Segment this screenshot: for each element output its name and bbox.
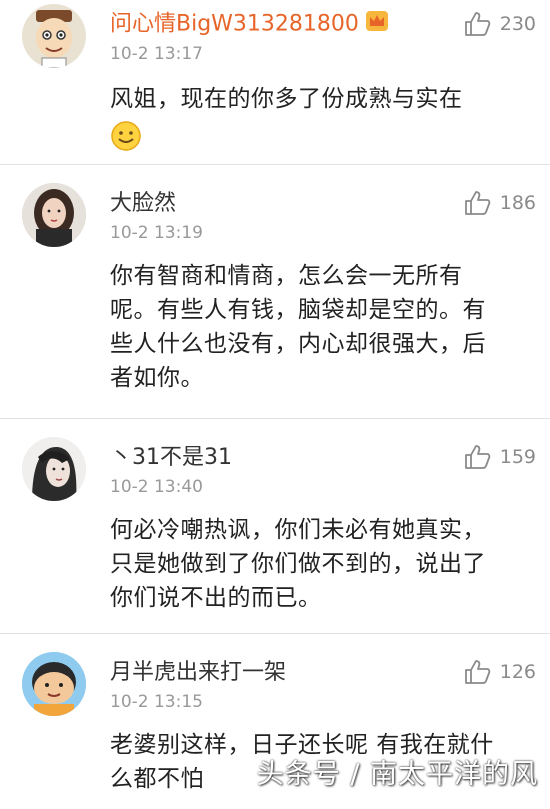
avatar[interactable]: [22, 4, 86, 68]
cartoon-character-icon: [36, 10, 72, 68]
woman-photo-icon: [22, 183, 86, 247]
text-line: 何必冷嘲热讽，你们未必有她真实，: [110, 517, 486, 543]
username-label: 问心情BigW313281800: [110, 11, 359, 37]
like-count: 230: [499, 13, 536, 35]
text-line: 者如你。: [110, 365, 204, 391]
thumbs-up-icon: [464, 445, 491, 469]
username[interactable]: 问心情BigW313281800: [110, 10, 389, 39]
smile-emoji-icon: [110, 120, 530, 162]
avatar[interactable]: [22, 437, 86, 501]
like-button[interactable]: 159: [463, 443, 536, 471]
like-count: 159: [499, 446, 536, 468]
text-line: 你们说不出的而已。: [110, 585, 322, 611]
like-button[interactable]: 126: [463, 658, 536, 686]
text-line: 风姐，现在的你多了份成熟与实在: [110, 86, 463, 112]
text-line: 只是她做到了你们做不到的，说出了: [110, 551, 486, 577]
comment-text: 风姐，现在的你多了份成熟与实在: [110, 82, 530, 162]
comment-text: 你有智商和情商，怎么会一无所有 呢。有些人有钱，脑袋却是空的。有 些人什么也没有…: [110, 259, 530, 395]
comment-item: 丶31不是31 10-2 13:40 159 何必冷嘲热讽，你们未必有她真实， …: [0, 419, 550, 634]
like-button[interactable]: 186: [463, 189, 536, 217]
comment-time: 10-2 13:19: [110, 223, 203, 243]
like-count: 186: [499, 192, 536, 214]
avatar[interactable]: [22, 183, 86, 247]
like-button[interactable]: 230: [463, 10, 536, 38]
username[interactable]: 大脸然: [110, 191, 176, 217]
comment-time: 10-2 13:40: [110, 477, 203, 497]
watermark: 头条号 / 南太平洋的风: [256, 759, 538, 790]
comment-time: 10-2 13:15: [110, 692, 203, 712]
like-count: 126: [499, 661, 536, 683]
vip-crown-icon: [365, 10, 389, 39]
username[interactable]: 丶31不是31: [110, 445, 232, 471]
comment-text: 何必冷嘲热讽，你们未必有她真实， 只是她做到了你们做不到的，说出了 你们说不出的…: [110, 513, 530, 615]
woman-face-icon: [22, 437, 86, 501]
avatar[interactable]: [22, 652, 86, 716]
comment-item: 问心情BigW313281800 10-2 13:17 230 风姐，现在的你多…: [0, 0, 550, 165]
text-line: 呢。有些人有钱，脑袋却是空的。有: [110, 297, 486, 323]
text-line: 你有智商和情商，怎么会一无所有: [110, 263, 463, 289]
cartoon-boy-icon: [22, 652, 86, 716]
comment-time: 10-2 13:17: [110, 44, 203, 64]
thumbs-up-icon: [464, 12, 491, 36]
thumbs-up-icon: [464, 191, 491, 215]
thumbs-up-icon: [464, 660, 491, 684]
username[interactable]: 月半虎出来打一架: [110, 660, 286, 686]
text-line: 些人什么也没有，内心却很强大，后: [110, 331, 486, 357]
comment-item: 大脸然 10-2 13:19 186 你有智商和情商，怎么会一无所有 呢。有些人…: [0, 165, 550, 419]
